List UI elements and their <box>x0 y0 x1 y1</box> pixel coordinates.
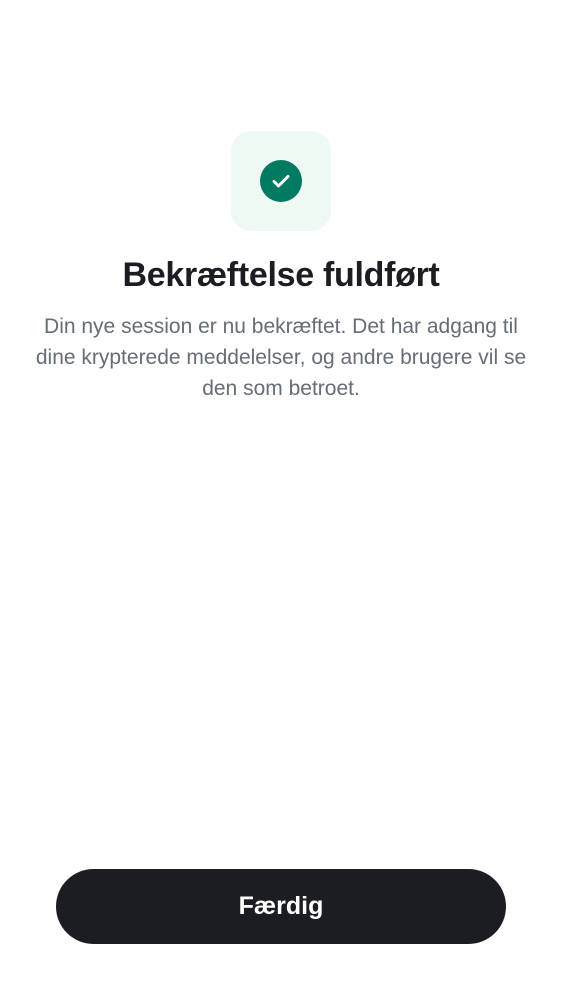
done-button[interactable]: Færdig <box>56 869 506 944</box>
success-icon-container <box>231 131 331 231</box>
description-text: Din nye session er nu bekræftet. Det har… <box>35 315 527 400</box>
page-title: Bekræftelse fuldført <box>122 256 440 294</box>
check-circle-icon <box>260 160 302 202</box>
